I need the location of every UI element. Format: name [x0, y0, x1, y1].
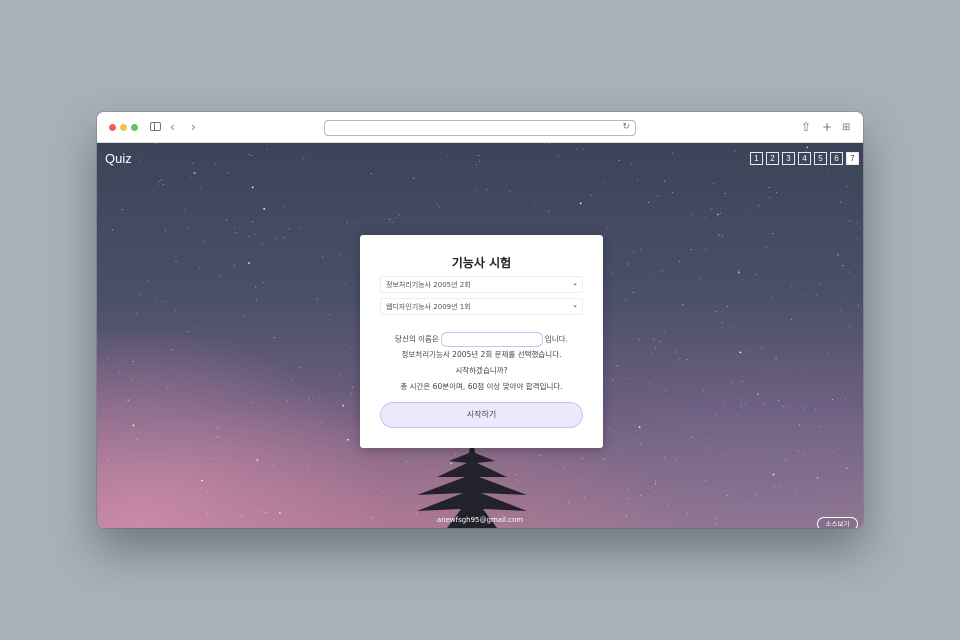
name-line: 당신의 이름은 입니다.: [360, 332, 603, 347]
new-tab-icon[interactable]: +: [822, 120, 832, 134]
exam-select-value: 정보처리기능사 2005년 2회: [386, 281, 471, 289]
maximize-window-button[interactable]: [131, 124, 138, 131]
sidebar-toggle-icon[interactable]: [150, 122, 161, 131]
page-number-3[interactable]: 3: [782, 152, 795, 165]
page-number-6[interactable]: 6: [830, 152, 843, 165]
minimize-window-button[interactable]: [120, 124, 127, 131]
selected-exam-text: 정보처리기능사 2005년 2회 문제를 선택했습니다.: [401, 350, 562, 359]
name-prefix: 당신의 이름은: [395, 334, 439, 344]
chevron-down-icon: ⌄: [572, 301, 578, 309]
address-bar[interactable]: ↻: [324, 120, 636, 136]
footer-email: anewfsgh95@gmail.com: [436, 516, 524, 524]
close-window-button[interactable]: [109, 124, 116, 131]
tab-overview-icon[interactable]: ⊞: [842, 121, 850, 135]
page-number-1[interactable]: 1: [750, 152, 763, 165]
card-title: 기능사 시험: [451, 256, 512, 270]
page-content: Quiz 1234567 기능사 시험 정보처리기능사 2005년 2회 ⌄ 웹…: [97, 143, 863, 528]
forward-icon[interactable]: ›: [191, 120, 196, 134]
name-input[interactable]: [440, 332, 543, 347]
start-button[interactable]: 시작하기: [380, 402, 583, 428]
brand-title: Quiz: [105, 151, 132, 166]
page-number-5[interactable]: 5: [814, 152, 827, 165]
page-number-7[interactable]: 7: [846, 152, 859, 165]
page-number-4[interactable]: 4: [798, 152, 811, 165]
design-select-value: 웹디자인기능사 2009년 1회: [386, 303, 471, 311]
chevron-down-icon: ⌄: [572, 279, 578, 287]
quiz-pager: 1234567: [750, 152, 859, 165]
reload-icon[interactable]: ↻: [622, 122, 630, 132]
view-source-button[interactable]: 소스보기: [817, 517, 858, 528]
browser-toolbar: ‹ › ↻ ⇧ + ⊞: [97, 112, 863, 143]
page-number-2[interactable]: 2: [766, 152, 779, 165]
exam-select[interactable]: 정보처리기능사 2005년 2회 ⌄: [380, 276, 583, 293]
exam-card: 기능사 시험 정보처리기능사 2005년 2회 ⌄ 웹디자인기능사 2009년 …: [360, 235, 603, 448]
start-question-text: 시작하겠습니까?: [455, 366, 508, 375]
browser-window: ‹ › ↻ ⇧ + ⊞ Quiz 1234567 기능사 시험 정보처리기능사 …: [97, 112, 863, 528]
share-icon[interactable]: ⇧: [801, 120, 811, 134]
rules-text: 총 시간은 60분이며, 60점 이상 맞아야 합격입니다.: [400, 382, 563, 391]
name-suffix: 입니다.: [544, 334, 568, 344]
back-icon[interactable]: ‹: [170, 120, 175, 134]
design-exam-select[interactable]: 웹디자인기능사 2009년 1회 ⌄: [380, 298, 583, 315]
